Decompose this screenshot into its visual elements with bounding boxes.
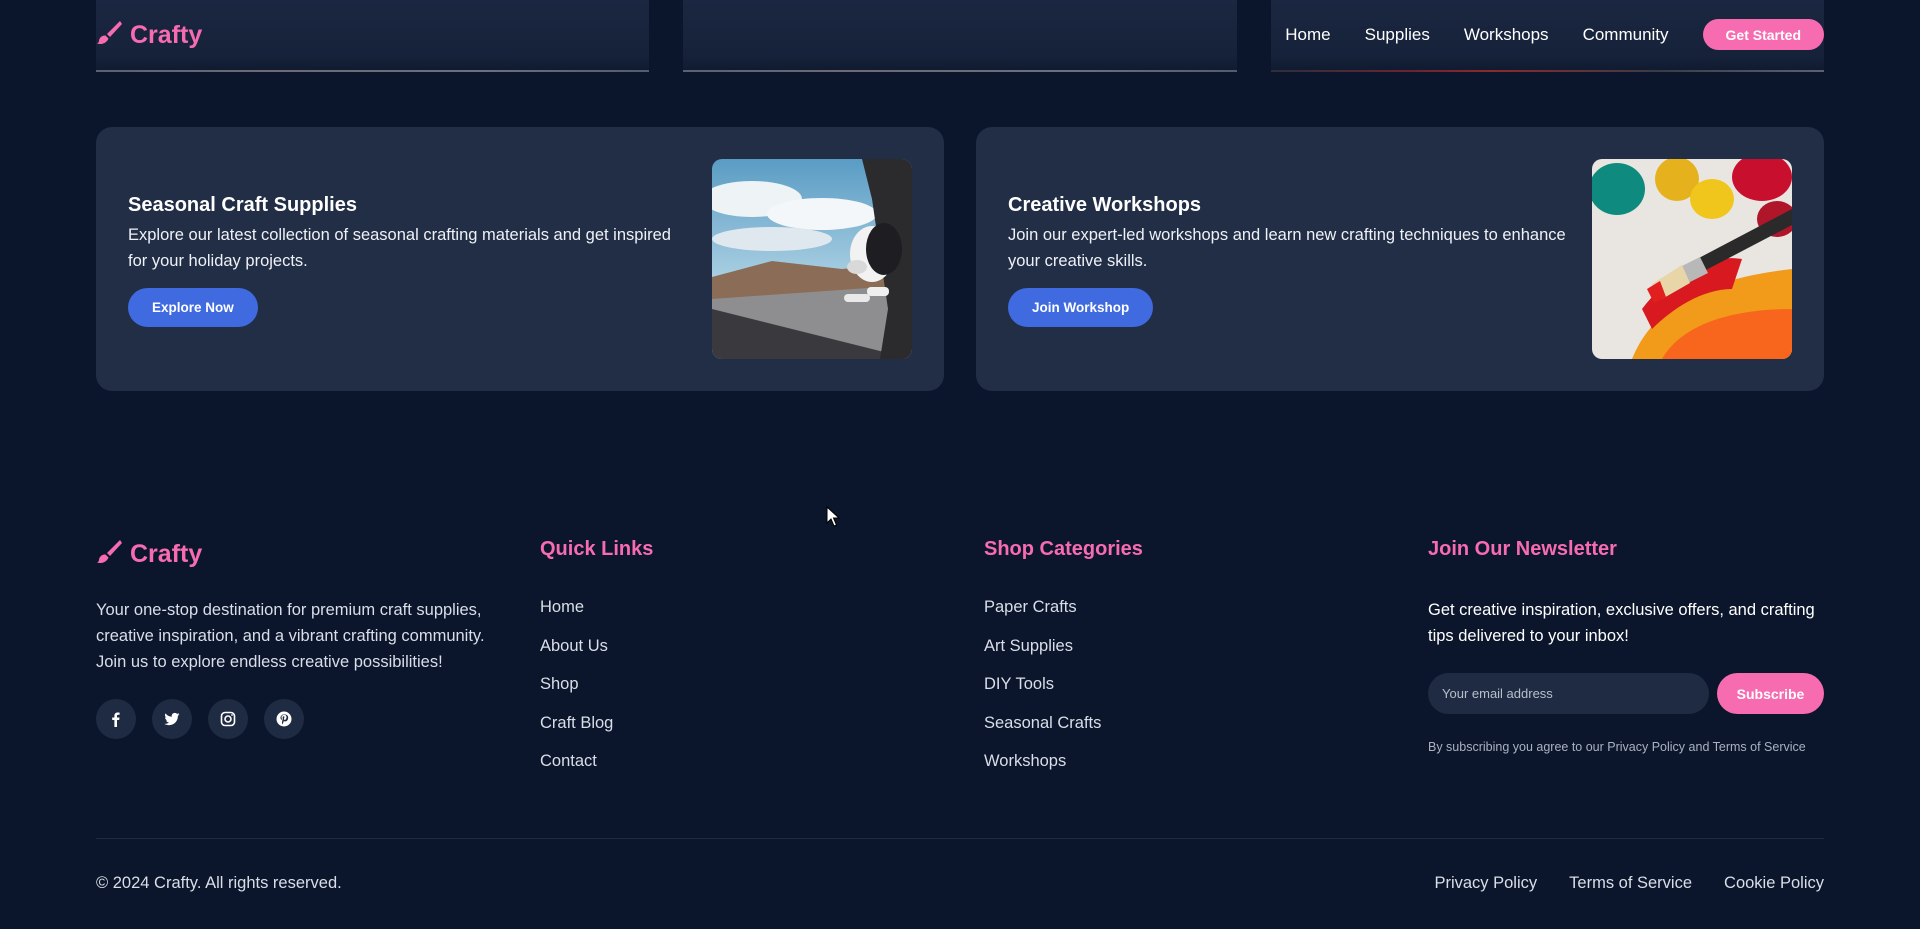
- terms-of-service-link[interactable]: Terms of Service: [1569, 874, 1692, 893]
- feature-description: Explore our latest collection of seasona…: [128, 226, 671, 270]
- feature-card-seasonal: Seasonal Craft Supplies Explore our late…: [96, 127, 944, 391]
- category-workshops[interactable]: Workshops: [984, 752, 1101, 791]
- feature-title: Creative Workshops: [1008, 194, 1202, 216]
- instagram-icon: [220, 711, 236, 727]
- category-paper-crafts[interactable]: Paper Crafts: [984, 598, 1101, 637]
- paintbrush-icon: [96, 19, 122, 52]
- subscribe-button[interactable]: Subscribe: [1717, 673, 1824, 714]
- nav-community[interactable]: Community: [1583, 19, 1669, 50]
- quick-links-list: Home About Us Shop Craft Blog Contact: [540, 598, 613, 791]
- quick-link-shop[interactable]: Shop: [540, 675, 613, 714]
- footer-brand-name: Crafty: [130, 540, 203, 568]
- facebook-icon: [112, 712, 120, 727]
- shop-categories-list: Paper Crafts Art Supplies DIY Tools Seas…: [984, 598, 1101, 791]
- nav-supplies[interactable]: Supplies: [1365, 19, 1430, 50]
- newsletter-consent-note: By subscribing you agree to our Privacy …: [1428, 740, 1806, 754]
- quick-link-contact[interactable]: Contact: [540, 752, 613, 791]
- twitter-icon: [164, 712, 180, 726]
- get-started-button[interactable]: Get Started: [1702, 19, 1824, 50]
- category-art-supplies[interactable]: Art Supplies: [984, 637, 1101, 676]
- privacy-policy-link[interactable]: Privacy Policy: [1434, 874, 1537, 893]
- main-nav: Home Supplies Workshops Community Get St…: [1285, 19, 1824, 50]
- cookie-policy-link[interactable]: Cookie Policy: [1724, 874, 1824, 893]
- paint-brush-with-paints-photo: [1592, 159, 1792, 359]
- instagram-link[interactable]: [208, 699, 248, 739]
- newsletter-title: Join Our Newsletter: [1428, 538, 1617, 560]
- mouse-cursor-icon: [826, 505, 841, 528]
- quick-links-title: Quick Links: [540, 538, 654, 560]
- pinterest-icon: [276, 711, 292, 727]
- category-diy-tools[interactable]: DIY Tools: [984, 675, 1101, 714]
- twitter-link[interactable]: [152, 699, 192, 739]
- feature-description: Join our expert-led workshops and learn …: [1008, 226, 1566, 270]
- pinterest-link[interactable]: [264, 699, 304, 739]
- quick-link-about[interactable]: About Us: [540, 637, 613, 676]
- footer-divider: [96, 838, 1824, 839]
- explore-now-button[interactable]: Explore Now: [128, 288, 258, 327]
- brand-logo[interactable]: Crafty: [96, 19, 202, 52]
- copyright-text: © 2024 Crafty. All rights reserved.: [96, 874, 342, 892]
- site-header: Crafty Home Supplies Workshops Community…: [0, 0, 1920, 70]
- newsletter-email-input[interactable]: [1428, 673, 1709, 714]
- category-seasonal-crafts[interactable]: Seasonal Crafts: [984, 714, 1101, 753]
- feature-card-workshops: Creative Workshops Join our expert-led w…: [976, 127, 1824, 391]
- brand-name: Crafty: [130, 21, 203, 49]
- quick-link-home[interactable]: Home: [540, 598, 613, 637]
- dog-in-car-window-photo: [712, 159, 912, 359]
- feature-title: Seasonal Craft Supplies: [128, 194, 357, 216]
- quick-link-blog[interactable]: Craft Blog: [540, 714, 613, 753]
- shop-categories-title: Shop Categories: [984, 538, 1143, 560]
- footer-description: Your one-stop destination for premium cr…: [96, 601, 485, 671]
- newsletter-description: Get creative inspiration, exclusive offe…: [1428, 601, 1815, 645]
- footer-brand-logo[interactable]: Crafty: [96, 538, 202, 571]
- paintbrush-icon: [96, 538, 122, 571]
- facebook-link[interactable]: [96, 699, 136, 739]
- social-links: [96, 699, 304, 739]
- nav-home[interactable]: Home: [1285, 19, 1330, 50]
- join-workshop-button[interactable]: Join Workshop: [1008, 288, 1154, 327]
- nav-workshops[interactable]: Workshops: [1464, 19, 1549, 50]
- legal-links: Privacy Policy Terms of Service Cookie P…: [1434, 874, 1824, 893]
